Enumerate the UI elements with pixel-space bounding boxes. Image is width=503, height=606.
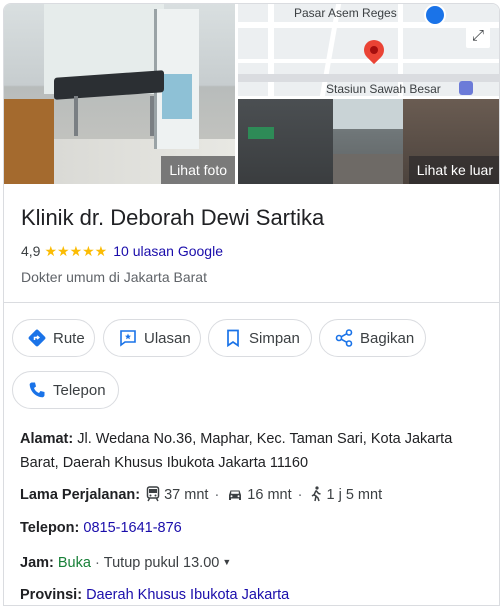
- phone-icon: [27, 380, 47, 400]
- address-label: Alamat:: [20, 431, 74, 447]
- phone-label: Telepon:: [20, 520, 80, 536]
- place-category: Dokter umum di Jakarta Barat: [21, 269, 207, 285]
- car-icon: [227, 486, 243, 510]
- train-station-icon: [459, 81, 473, 95]
- save-label: Simpan: [249, 329, 300, 347]
- province-label: Provinsi:: [20, 587, 83, 603]
- reviews-link[interactable]: 10 ulasan Google: [113, 243, 223, 259]
- call-label: Telepon: [53, 381, 106, 399]
- address-row: Alamat: Jl. Wedana No.36, Maphar, Kec. T…: [20, 427, 490, 475]
- street-sign: [248, 127, 274, 139]
- clinic-photo[interactable]: Lihat foto: [4, 4, 235, 184]
- place-title: Klinik dr. Deborah Dewi Sartika: [21, 205, 325, 230]
- street-building-left: [238, 99, 333, 184]
- address-line-1[interactable]: Jl. Wedana No.36, Maphar, Kec. Taman Sar…: [77, 431, 452, 447]
- travel-transit-time[interactable]: 37 mnt: [164, 487, 208, 503]
- address-line-2[interactable]: Barat, Daerah Khusus Ibukota Jakarta 111…: [20, 455, 308, 471]
- directions-icon: [27, 328, 47, 348]
- walk-icon: [310, 486, 322, 510]
- travel-walk-time[interactable]: 1 j 5 mnt: [326, 487, 382, 503]
- hours-label: Jam:: [20, 555, 54, 571]
- hours-status: Buka: [57, 555, 91, 571]
- map-label-station: Stasiun Sawah Besar: [326, 82, 441, 96]
- directions-label: Rute: [53, 329, 85, 347]
- review-icon: [118, 328, 138, 348]
- expand-map-icon[interactable]: ⤢: [466, 24, 490, 48]
- call-button[interactable]: Telepon: [12, 371, 119, 409]
- travel-time-row: Lama Perjalanan: 37 mnt · 16 mnt · 1 j 5 m…: [20, 483, 382, 510]
- photo-cabinet: [4, 99, 54, 184]
- reviews-button[interactable]: Ulasan: [103, 319, 201, 357]
- share-label: Bagikan: [360, 329, 415, 347]
- see-outside-button[interactable]: Lihat ke luar: [408, 156, 499, 184]
- hours-close-dropdown[interactable]: Tutup pukul 13.00: [104, 555, 220, 571]
- map-label-market: Pasar Asem Reges: [294, 6, 397, 20]
- travel-label: Lama Perjalanan:: [20, 487, 141, 503]
- map-marker-icon: [424, 4, 446, 26]
- street-sky: [333, 99, 403, 129]
- rating-stars-icon: ★★★★★: [44, 243, 108, 259]
- street-view-photo[interactable]: Lihat ke luar: [238, 99, 499, 184]
- province-row: Provinsi: Daerah Khusus Ibukota Jakarta: [20, 583, 289, 605]
- share-button[interactable]: Bagikan: [319, 319, 426, 357]
- travel-car-time[interactable]: 16 mnt: [247, 487, 291, 503]
- transit-icon: [146, 486, 160, 510]
- map-thumbnail[interactable]: Pasar Asem Reges Stasiun Sawah Besar ⤢: [238, 4, 499, 96]
- rating-row: 4,9 ★★★★★ 10 ulasan Google: [21, 241, 223, 261]
- province-link[interactable]: Daerah Khusus Ibukota Jakarta: [86, 587, 289, 603]
- chevron-down-icon[interactable]: ▼: [222, 557, 231, 567]
- phone-row: Telepon: 0815-1641-876: [20, 516, 182, 540]
- share-icon: [334, 328, 354, 348]
- bookmark-icon: [223, 328, 243, 348]
- place-card: Lihat foto Pasar Asem Reges Stasiun Sawa…: [3, 3, 500, 606]
- phone-number-link[interactable]: 0815-1641-876: [83, 520, 181, 536]
- street-road: [333, 154, 403, 184]
- see-photos-button[interactable]: Lihat foto: [161, 156, 235, 184]
- photo-bed-legs: [74, 96, 154, 136]
- hours-row: Jam: Buka · Tutup pukul 13.00 ▼: [20, 555, 232, 571]
- photo-window: [162, 74, 192, 119]
- divider: [4, 302, 499, 303]
- rating-score: 4,9: [21, 243, 41, 259]
- photo-strip: Lihat foto Pasar Asem Reges Stasiun Sawa…: [4, 4, 499, 184]
- reviews-label: Ulasan: [144, 329, 191, 347]
- directions-button[interactable]: Rute: [12, 319, 95, 357]
- save-button[interactable]: Simpan: [208, 319, 312, 357]
